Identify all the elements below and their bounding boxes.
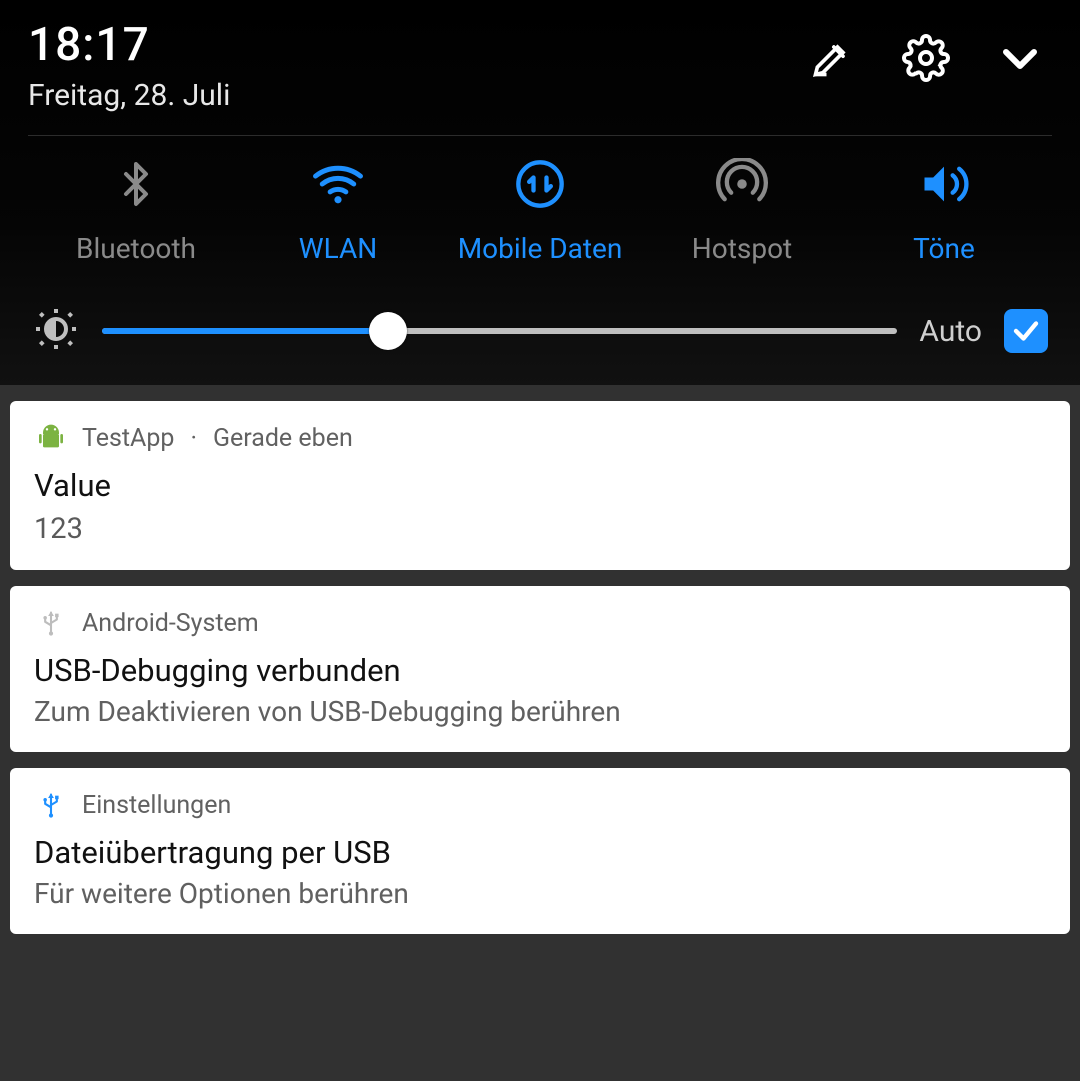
notification-time-label: Gerade eben [213,424,353,453]
chevron-down-icon[interactable] [994,32,1046,84]
qs-tile-wlan[interactable]: WLAN [248,154,428,265]
divider [28,135,1052,136]
usb-icon [34,606,68,640]
mobile-data-icon [510,154,570,214]
qs-label: Hotspot [692,232,792,265]
quick-settings-panel: 18:17 Freitag, 28. Juli Bluetooth [0,0,1080,385]
auto-brightness-checkbox[interactable] [1004,309,1048,353]
separator-dot: · [190,424,197,453]
notification-title: Dateiübertragung per USB [34,834,1046,871]
brightness-slider[interactable] [102,309,897,353]
gear-icon[interactable] [900,32,952,84]
qs-tile-sound[interactable]: Töne [854,154,1034,265]
notification-card[interactable]: Einstellungen Dateiübertragung per USB F… [10,768,1070,934]
sound-icon [914,154,974,214]
qs-label: Bluetooth [76,232,196,265]
notification-body: Zum Deaktivieren von USB-Debugging berüh… [34,695,1046,728]
auto-brightness-label: Auto [919,314,982,349]
usb-icon [34,788,68,822]
bluetooth-icon [106,154,166,214]
slider-thumb[interactable] [369,312,407,350]
clock-block: 18:17 Freitag, 28. Juli [28,18,230,113]
android-icon [34,421,68,455]
qs-tile-mobile-data[interactable]: Mobile Daten [450,154,630,265]
notification-body: Für weitere Optionen berühren [34,877,1046,910]
wifi-icon [308,154,368,214]
qs-tile-hotspot[interactable]: Hotspot [652,154,832,265]
notification-body: 123 [34,512,1046,546]
notification-header: Android-System [34,606,1046,640]
qs-label: Töne [913,232,975,265]
notification-card[interactable]: TestApp · Gerade eben Value 123 [10,401,1070,570]
notification-app-name: TestApp [82,424,174,453]
edit-icon[interactable] [806,32,858,84]
notification-title: USB-Debugging verbunden [34,652,1046,689]
notification-app-name: Android-System [82,609,259,638]
status-date: Freitag, 28. Juli [28,78,230,113]
notification-title: Value [34,467,1046,504]
qs-tile-bluetooth[interactable]: Bluetooth [46,154,226,265]
slider-fill [102,328,388,334]
notification-area: TestApp · Gerade eben Value 123 Android-… [0,401,1080,974]
notification-header: Einstellungen [34,788,1046,822]
status-time: 18:17 [28,18,230,72]
qs-label: WLAN [299,232,377,265]
header-icons [806,18,1052,84]
qs-label: Mobile Daten [458,232,623,265]
notification-card[interactable]: Android-System USB-Debugging verbunden Z… [10,586,1070,752]
notification-app-name: Einstellungen [82,791,231,820]
quick-settings-row: Bluetooth WLAN Mobile Daten Hotspot Töne [28,154,1052,265]
hotspot-icon [712,154,772,214]
notification-header: TestApp · Gerade eben [34,421,1046,455]
brightness-icon [32,305,80,357]
status-row: 18:17 Freitag, 28. Juli [28,18,1052,113]
brightness-row: Auto [28,305,1052,363]
